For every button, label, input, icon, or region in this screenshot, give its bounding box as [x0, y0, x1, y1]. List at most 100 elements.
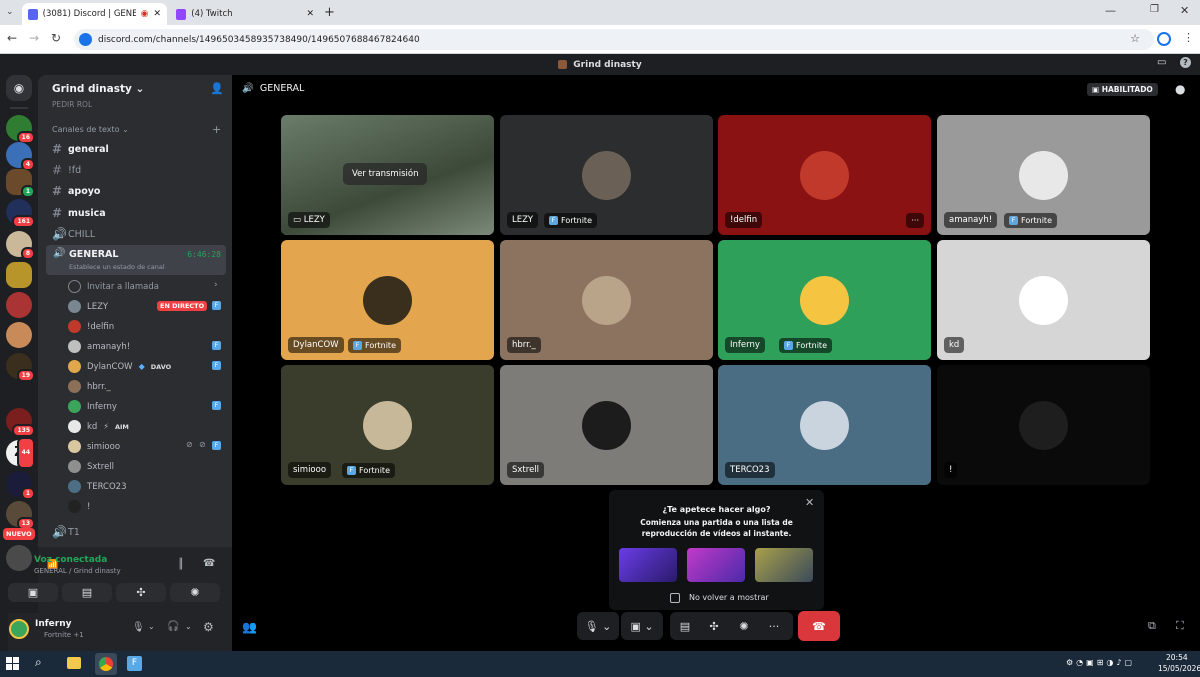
channel-status-prompt[interactable]: Establece un estado de canal [69, 263, 165, 271]
server-icon[interactable]: 1 [6, 471, 35, 500]
channel-musica[interactable]: # musica [52, 206, 106, 220]
camera-off-button[interactable]: ▣ [8, 583, 58, 602]
participant-tile[interactable]: amanayh! F Fortnite [937, 115, 1150, 235]
voice-location[interactable]: GENERAL / Grind dinasty [34, 567, 121, 575]
chrome-icon[interactable] [95, 653, 117, 675]
chevron-down-icon[interactable]: ⌄ [148, 622, 155, 631]
channel-t1[interactable]: 🔊 T1 [52, 525, 80, 539]
tab-discord[interactable]: (3081) Discord | GENERAL | ◉ ✕ [22, 3, 167, 25]
participant-tile[interactable]: Ver transmisión ▭ LEZY [281, 115, 494, 235]
channel-apoyo[interactable]: # apoyo [52, 184, 100, 198]
server-icon[interactable] [6, 322, 32, 348]
server-icon[interactable]: 16 [6, 115, 35, 144]
participant-tile[interactable]: TERCO23 [718, 365, 931, 485]
participant-tile[interactable]: Inferny F Fortnite [718, 240, 931, 360]
camera-button[interactable]: ▣ ⌄ [621, 612, 663, 640]
server-icon[interactable]: 13 [6, 501, 35, 530]
tab-twitch[interactable]: (4) Twitch ✕ [170, 3, 320, 25]
disconnect-icon[interactable]: ☎ [203, 558, 215, 569]
voice-member[interactable]: amanayh! [68, 340, 130, 353]
server-icon[interactable]: 4 [6, 142, 35, 171]
participant-tile[interactable]: LEZY F Fortnite [500, 115, 713, 235]
channel-chill[interactable]: 🔊 CHILL [52, 227, 95, 241]
inbox-icon[interactable]: ▭ [1157, 57, 1166, 68]
more-options-button[interactable]: ··· [762, 615, 786, 637]
browser-menu-icon[interactable]: ⋮ [1183, 31, 1194, 44]
participant-tile[interactable]: DylanCOW F Fortnite [281, 240, 494, 360]
popout-icon[interactable]: ⧉ [1148, 619, 1156, 633]
channel-fd[interactable]: # !fd [52, 163, 81, 177]
server-name-button[interactable]: Grind dinasty ⌄ [52, 83, 144, 95]
url-field[interactable]: discord.com/channels/1496503458935738490… [74, 29, 1154, 50]
watch-stream-button[interactable]: Ver transmisión [343, 163, 428, 185]
chat-icon[interactable]: ● [1175, 82, 1185, 96]
voice-channel-general[interactable]: 🔊 GENERAL 6:46:28 Establece un estado de… [46, 245, 226, 275]
reload-icon[interactable]: ↻ [51, 31, 61, 45]
soundboard-button[interactable]: ✺ [732, 615, 756, 637]
tray-icons[interactable]: ⚙◔▣⊞◑♪▢ [1066, 658, 1135, 667]
profile-icon[interactable] [1157, 32, 1171, 46]
participant-tile[interactable]: kd [937, 240, 1150, 360]
voice-member[interactable]: TERCO23 [68, 480, 127, 493]
discord-home-icon[interactable]: ◉ [6, 75, 32, 101]
tab-search-icon[interactable]: ⌄ [6, 7, 14, 17]
user-avatar[interactable] [9, 619, 29, 639]
mic-button[interactable]: 🎙 ⌄ [577, 612, 619, 640]
category-text-channels[interactable]: Canales de texto ⌄ [52, 125, 129, 134]
activities-button[interactable]: ✣ [116, 583, 166, 602]
server-icon[interactable] [6, 292, 32, 318]
window-close-icon[interactable]: ✕ [1180, 4, 1189, 17]
no-show-checkbox[interactable] [670, 593, 680, 603]
tab-close-icon[interactable]: ✕ [306, 9, 314, 19]
site-info-icon[interactable] [79, 33, 92, 46]
voice-member[interactable]: LEZY [68, 300, 108, 313]
server-icon[interactable]: 19 [6, 353, 35, 382]
fortnite-app-icon[interactable]: F [127, 656, 142, 671]
voice-member[interactable]: !delfin [68, 320, 114, 333]
screen-share-button[interactable]: ▤ [673, 615, 697, 637]
voice-member[interactable]: DylanCOW ◆ DAVO [68, 360, 171, 373]
add-people-icon[interactable]: 👥 [242, 620, 257, 634]
window-restore-icon[interactable]: ❐ [1150, 4, 1159, 15]
voice-member[interactable]: Sxtrell [68, 460, 114, 473]
leave-call-button[interactable]: ☎ [798, 611, 840, 641]
add-channel-icon[interactable]: + [212, 123, 221, 136]
participant-tile[interactable]: ! [937, 365, 1150, 485]
server-icon[interactable]: 1 [6, 169, 35, 198]
voice-member[interactable]: simiooo [68, 440, 120, 453]
voice-member[interactable]: kd ⚡ AIM [68, 420, 129, 433]
help-icon[interactable]: ? [1180, 57, 1191, 68]
tile-more-button[interactable]: ··· [906, 213, 924, 228]
clock-time[interactable]: 20:54 [1166, 653, 1188, 662]
headphones-icon[interactable]: 🎧 [167, 621, 179, 632]
activity-card[interactable] [687, 548, 745, 582]
voice-member[interactable]: Inferny [68, 400, 117, 413]
forward-icon[interactable]: → [29, 31, 39, 45]
soundboard-button[interactable]: ✺ [170, 583, 220, 602]
activities-button[interactable]: ✣ [702, 615, 726, 637]
participant-tile[interactable]: hbrr._ [500, 240, 713, 360]
chevron-down-icon[interactable]: ⌄ [185, 622, 192, 631]
clock-date[interactable]: 15/05/2026 [1158, 664, 1200, 673]
enabled-badge[interactable]: ▣ HABILITADO [1087, 83, 1158, 96]
add-member-icon[interactable]: 👤 [210, 82, 224, 95]
screen-share-button[interactable]: ▤ [62, 583, 112, 602]
activity-card[interactable] [619, 548, 677, 582]
search-icon[interactable]: ⌕ [35, 655, 42, 670]
windows-start-icon[interactable] [6, 657, 19, 670]
server-icon[interactable]: Z44 [6, 437, 35, 469]
participant-tile[interactable]: simiooo F Fortnite [281, 365, 494, 485]
new-tab-button[interactable]: + [324, 5, 335, 20]
voice-member[interactable]: hbrr._ [68, 380, 111, 393]
settings-gear-icon[interactable]: ⚙ [203, 620, 214, 634]
back-icon[interactable]: ← [7, 31, 17, 45]
activity-card[interactable] [755, 548, 813, 582]
microphone-icon[interactable]: 🎙 [132, 622, 145, 633]
fullscreen-icon[interactable]: ⛶ [1176, 619, 1184, 633]
participant-tile[interactable]: Sxtrell [500, 365, 713, 485]
channel-general[interactable]: # general [52, 142, 109, 156]
file-explorer-icon[interactable] [67, 657, 81, 669]
server-icon[interactable] [6, 262, 32, 288]
participant-tile[interactable]: !delfin ··· [718, 115, 931, 235]
server-icon[interactable]: 161 [6, 199, 35, 228]
